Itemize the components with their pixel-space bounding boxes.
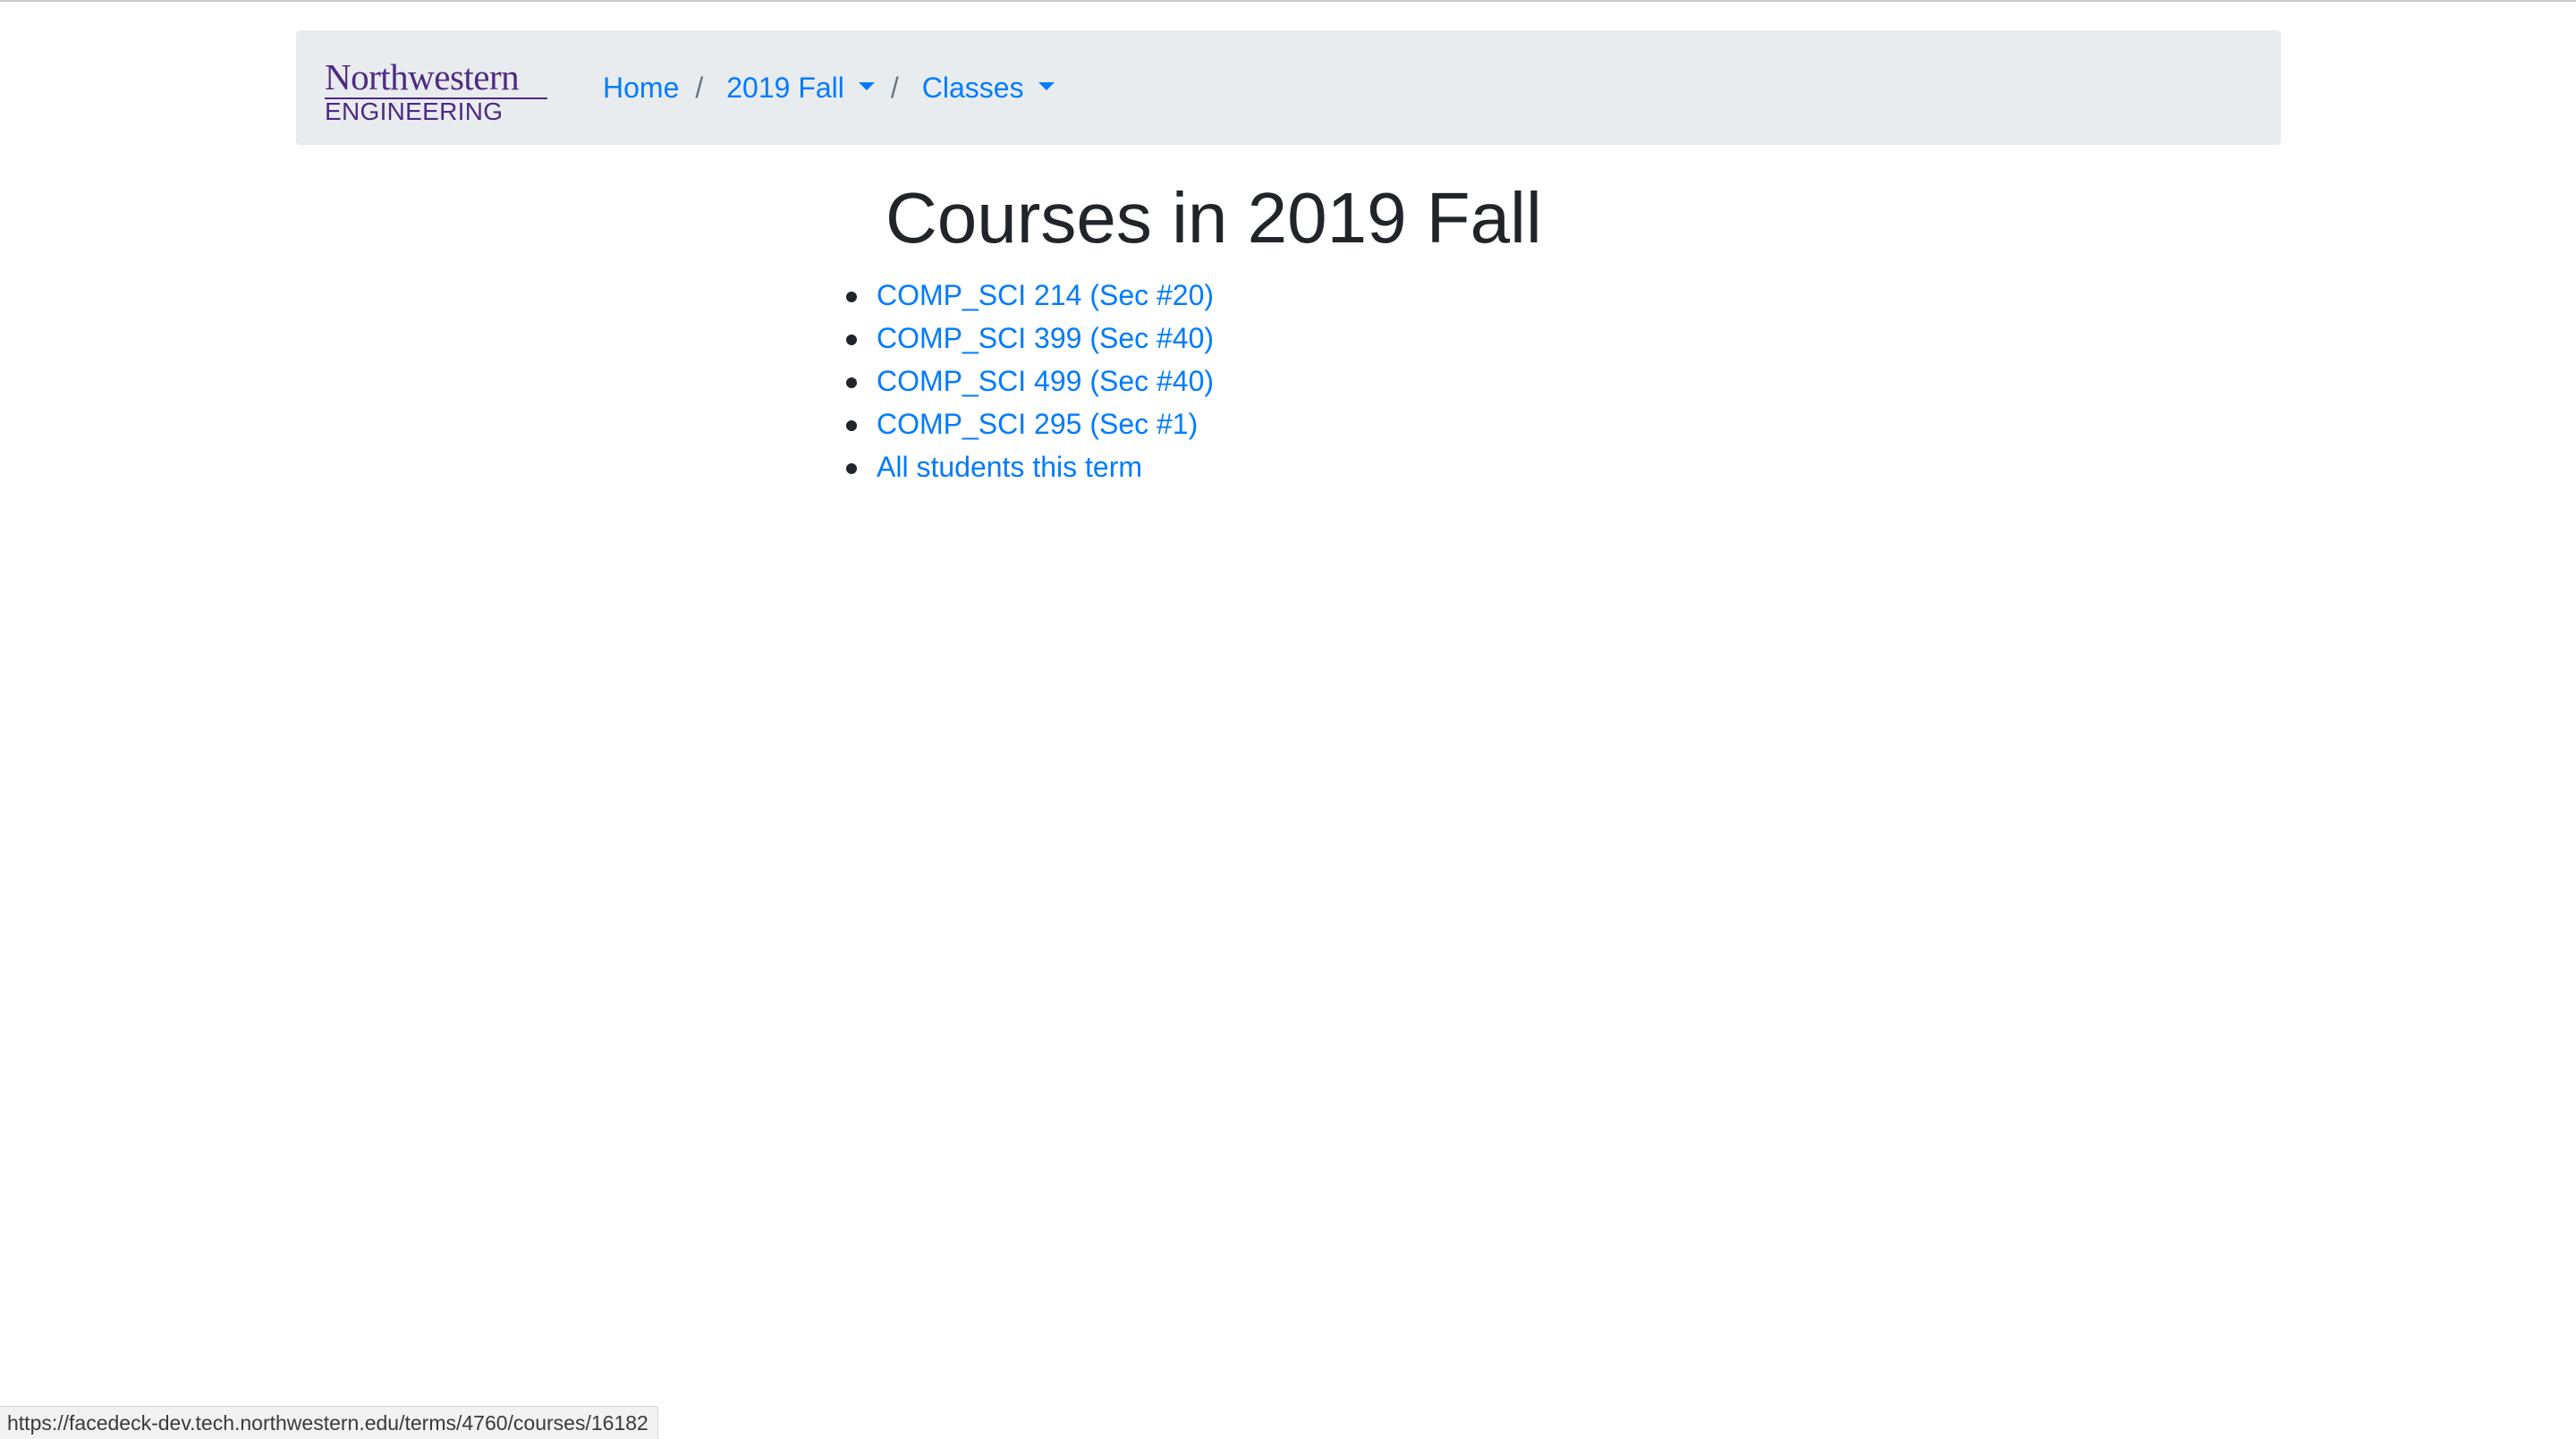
breadcrumb: Home / 2019 Fall / Classes xyxy=(603,30,1055,145)
all-students-link[interactable]: All students this term xyxy=(877,451,1142,483)
breadcrumb-home-link[interactable]: Home xyxy=(603,72,679,105)
bullet-icon xyxy=(846,292,857,302)
chevron-down-icon xyxy=(858,81,875,90)
classes-dropdown[interactable]: Classes xyxy=(922,72,1055,105)
breadcrumb-separator: / xyxy=(695,71,704,104)
navbar: Northwestern ENGINEERING Home / 2019 Fal… xyxy=(296,30,2281,145)
bullet-icon xyxy=(846,334,857,345)
course-link[interactable]: COMP_SCI 295 (Sec #1) xyxy=(877,408,1198,440)
status-bar-url: https://facedeck-dev.tech.northwestern.e… xyxy=(0,1406,658,1439)
window-top-border xyxy=(0,0,2576,2)
list-item: COMP_SCI 499 (Sec #40) xyxy=(846,360,1214,402)
bullet-icon xyxy=(846,463,857,474)
list-item: COMP_SCI 295 (Sec #1) xyxy=(846,402,1214,445)
logo-subtitle: ENGINEERING xyxy=(325,97,504,125)
term-dropdown-label: 2019 Fall xyxy=(726,71,844,104)
classes-dropdown-label: Classes xyxy=(921,71,1024,104)
list-item: COMP_SCI 214 (Sec #20) xyxy=(846,274,1214,317)
course-list: COMP_SCI 214 (Sec #20) COMP_SCI 399 (Sec… xyxy=(846,274,1214,488)
page-title: Courses in 2019 Fall xyxy=(886,178,1542,258)
course-link[interactable]: COMP_SCI 399 (Sec #40) xyxy=(877,322,1214,354)
bullet-icon xyxy=(846,377,857,388)
northwestern-engineering-logo[interactable]: Northwestern ENGINEERING xyxy=(325,56,548,125)
bullet-icon xyxy=(846,420,857,431)
list-item: All students this term xyxy=(846,445,1214,488)
course-link[interactable]: COMP_SCI 214 (Sec #20) xyxy=(877,279,1214,311)
course-link[interactable]: COMP_SCI 499 (Sec #40) xyxy=(877,365,1214,397)
chevron-down-icon xyxy=(1038,81,1055,90)
list-item: COMP_SCI 399 (Sec #40) xyxy=(846,317,1214,360)
term-dropdown[interactable]: 2019 Fall xyxy=(726,72,875,105)
logo-wordmark: Northwestern xyxy=(325,56,520,97)
breadcrumb-separator: / xyxy=(890,71,899,104)
